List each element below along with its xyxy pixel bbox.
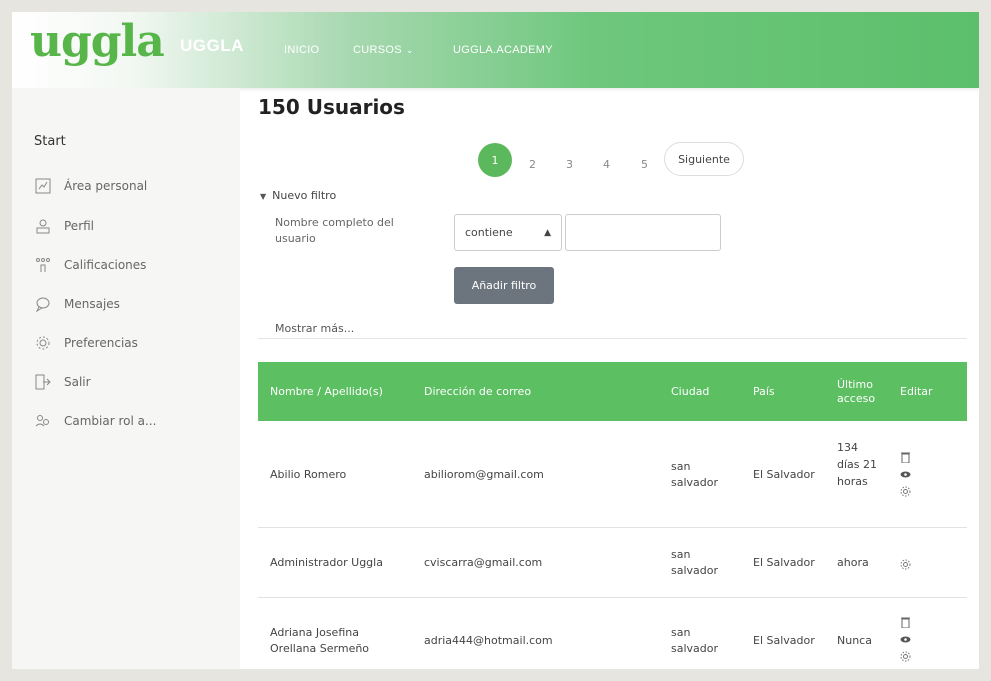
filter-operator-select[interactable]: contiene ▲ [454, 214, 562, 251]
gear-icon [34, 334, 52, 352]
column-header-name[interactable]: Nombre / Apellido(s) [270, 385, 383, 399]
logout-icon [34, 373, 52, 391]
cell-email: adria444@hotmail.com [424, 634, 553, 647]
sidebar-item-cambiar-rol[interactable]: Cambiar rol a... [34, 412, 156, 430]
pagination-page[interactable]: 5 [641, 158, 648, 171]
cell-last-access: Nunca [837, 634, 872, 647]
filter-operator-value: contiene [465, 226, 513, 239]
switch-role-icon [34, 412, 52, 430]
nav-academy[interactable]: UGGLA.ACADEMY [453, 44, 553, 56]
brand-name[interactable]: UGGLA [180, 36, 244, 56]
sidebar-item-label: Salir [64, 375, 91, 389]
filter-divider [258, 338, 967, 339]
filter-value-input[interactable] [565, 214, 721, 251]
page-title: 150 Usuarios [258, 95, 405, 119]
dashboard-icon [34, 177, 52, 195]
sidebar-item-mensajes[interactable]: Mensajes [34, 295, 120, 313]
filter-field-label: Nombre completo del usuario [275, 216, 394, 245]
cell-name[interactable]: Abilio Romero [270, 467, 346, 483]
sidebar-item-preferencias[interactable]: Preferencias [34, 334, 138, 352]
cell-name[interactable]: Administrador Uggla [270, 555, 383, 571]
chevron-down-icon: ⌄ [405, 45, 414, 55]
sidebar-item-label: Área personal [64, 179, 148, 193]
sidebar-item-label: Perfil [64, 219, 95, 233]
pagination-next-button[interactable]: Siguiente [664, 142, 744, 176]
sidebar-start-heading: Start [34, 134, 66, 149]
cell-country: El Salvador [753, 468, 815, 481]
sidebar-item-label: Calificaciones [64, 258, 147, 272]
top-navbar: uggla UGGLA INICIO CURSOS ⌄ UGGLA.ACADEMY [12, 12, 979, 88]
sidebar-item-area-personal[interactable]: Área personal [34, 177, 147, 195]
settings-icon[interactable] [899, 558, 911, 570]
add-filter-button[interactable]: Añadir filtro [454, 267, 554, 304]
pagination-page[interactable]: 4 [603, 158, 610, 171]
new-filter-toggle[interactable]: ▼ Nuevo filtro [260, 189, 336, 202]
profile-icon [34, 217, 52, 235]
settings-icon[interactable] [899, 650, 911, 662]
sidebar-item-label: Preferencias [64, 336, 138, 350]
app-frame: uggla UGGLA INICIO CURSOS ⌄ UGGLA.ACADEMY… [12, 12, 979, 669]
cell-name[interactable]: Adriana Josefina Orellana Sermeño [270, 625, 400, 657]
sidebar-item-label: Mensajes [64, 297, 120, 311]
sidebar-item-calificaciones[interactable]: Calificaciones [34, 256, 146, 274]
column-header-last-access[interactable]: Último acceso [837, 378, 887, 406]
cell-city: san salvador [671, 460, 719, 489]
delete-icon[interactable] [899, 451, 911, 463]
cell-city: san salvador [671, 626, 719, 655]
column-header-city[interactable]: Ciudad [671, 385, 709, 399]
nav-cursos-label: CURSOS [353, 44, 402, 56]
show-more-link[interactable]: Mostrar más... [275, 322, 354, 335]
sidebar-item-label: Cambiar rol a... [64, 414, 157, 428]
sidebar-item-perfil[interactable]: Perfil [34, 217, 94, 235]
grades-icon [34, 256, 52, 274]
nav-inicio[interactable]: INICIO [284, 44, 319, 56]
cell-last-access: ahora [837, 556, 869, 569]
pagination-page-active[interactable]: 1 [478, 143, 512, 177]
settings-icon[interactable] [899, 485, 911, 497]
nav-cursos[interactable]: CURSOS ⌄ [353, 44, 414, 56]
uggla-logo[interactable]: uggla [30, 16, 165, 67]
cell-last-access: 134 días 21 horas [837, 441, 878, 488]
view-icon[interactable] [899, 468, 911, 480]
delete-icon[interactable] [899, 616, 911, 628]
triangle-down-icon: ▼ [260, 192, 267, 201]
row-divider [258, 527, 967, 528]
messages-icon [34, 295, 52, 313]
column-header-edit: Editar [900, 385, 933, 398]
select-arrows-icon: ▲ [544, 227, 551, 238]
column-header-email[interactable]: Dirección de correo [424, 385, 531, 399]
row-divider [258, 597, 967, 598]
new-filter-label: Nuevo filtro [272, 189, 337, 202]
cell-city: san salvador [671, 548, 719, 577]
cell-country: El Salvador [753, 634, 815, 647]
column-header-country[interactable]: País [753, 385, 775, 399]
cell-country: El Salvador [753, 556, 815, 569]
cell-email: abiliorom@gmail.com [424, 468, 544, 481]
sidebar-item-salir[interactable]: Salir [34, 373, 91, 391]
cell-email: cviscarra@gmail.com [424, 556, 543, 569]
pagination-page[interactable]: 2 [529, 158, 536, 171]
pagination-page[interactable]: 3 [566, 158, 573, 171]
view-icon[interactable] [899, 633, 911, 645]
